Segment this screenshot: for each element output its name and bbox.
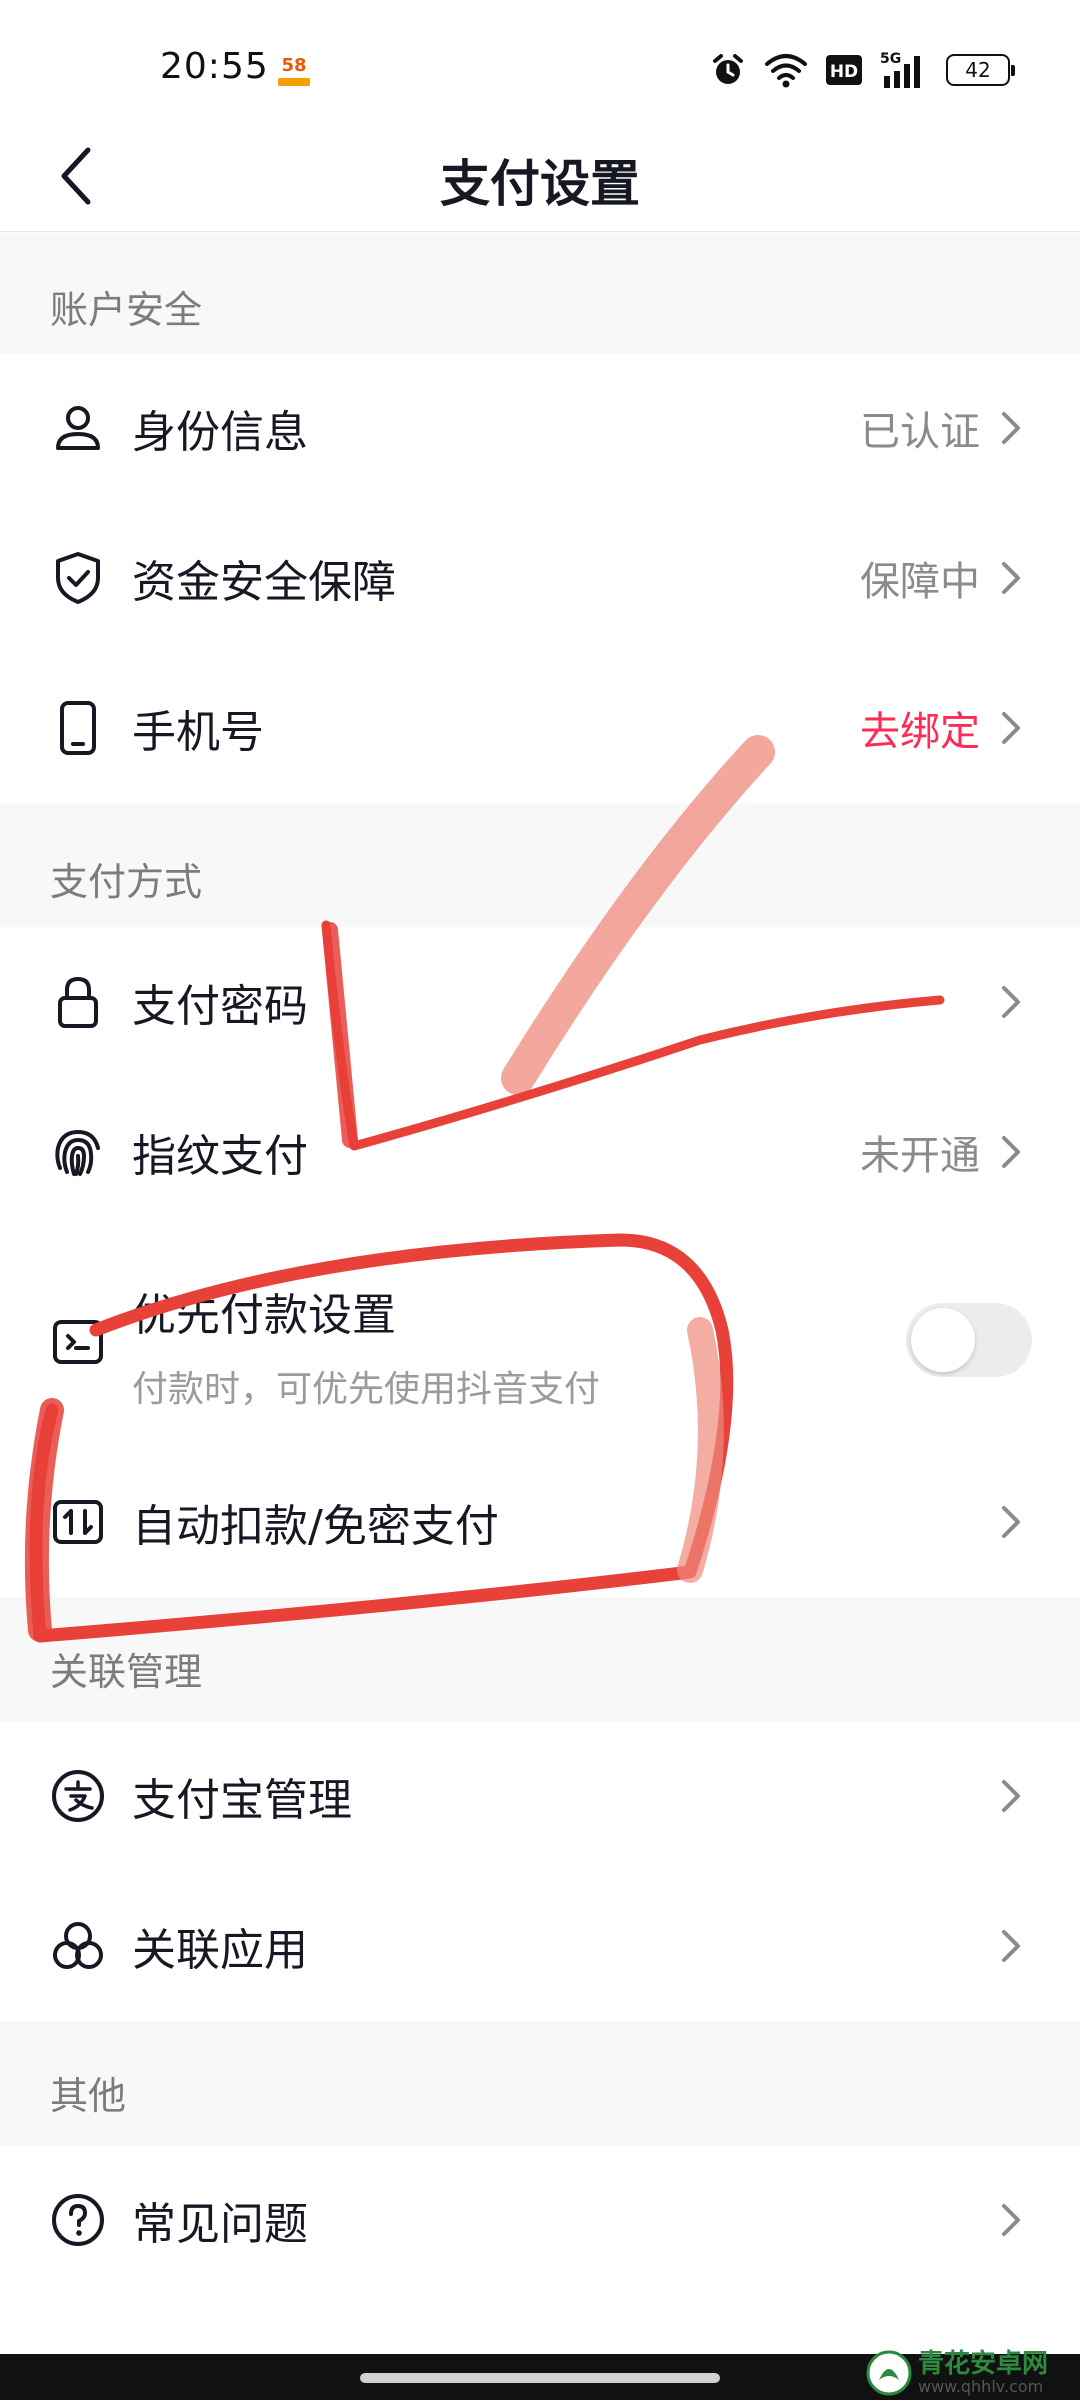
row-fund-security[interactable]: 资金安全保障 保障中 (0, 503, 1080, 653)
payment-settings-screen: 20:55 58 HD 5G 42 支付设置 账户安全 身份信息 已认证 资金安… (0, 0, 1080, 2400)
watermark: 青花安卓网 www.qhhlv.com (866, 2346, 1066, 2400)
phone-icon (50, 700, 106, 756)
row-label: 支付密码 (132, 981, 308, 1032)
section-title: 关联管理 (50, 1650, 203, 1694)
network-type: 5G (880, 51, 901, 67)
row-label: 优先付款设置 (132, 1290, 396, 1341)
chevron-right-icon (1002, 712, 1020, 744)
user-icon (50, 400, 106, 456)
section-header-payment-methods: 支付方式 (0, 803, 1080, 927)
status-time: 20:55 (160, 46, 269, 87)
row-fingerprint-pay[interactable]: 指纹支付 未开通 (0, 1077, 1080, 1227)
watermark-text: 青花安卓网 (918, 2348, 1049, 2379)
notification-app-icon: 58 (272, 56, 316, 90)
chevron-right-icon (1002, 1136, 1020, 1168)
row-payment-password[interactable]: 支付密码 (0, 927, 1080, 1077)
chevron-right-icon (1002, 1506, 1020, 1538)
auto-debit-icon (50, 1494, 106, 1550)
row-alipay-management[interactable]: 支付宝管理 (0, 1721, 1080, 1871)
row-label: 手机号 (132, 707, 264, 758)
status-bar: 20:55 58 HD 5G 42 (0, 0, 1080, 120)
battery-indicator: 42 (946, 54, 1015, 86)
row-label: 身份信息 (132, 407, 308, 458)
row-priority-payment: 优先付款设置 付款时，可优先使用抖音支付 (0, 1227, 1080, 1447)
signal-icon: 5G (880, 51, 920, 88)
shield-check-icon (50, 550, 106, 606)
fingerprint-icon (50, 1124, 106, 1180)
section-title: 账户安全 (50, 288, 203, 332)
wifi-icon (765, 54, 807, 88)
alipay-icon (50, 1768, 106, 1824)
status-icons: HD 5G 42 (710, 50, 1015, 90)
chevron-right-icon (1002, 412, 1020, 444)
identity-status: 已认证 (860, 409, 980, 455)
row-linked-apps[interactable]: 关联应用 (0, 1871, 1080, 2021)
linked-apps-icon (50, 1918, 106, 1974)
payment-card-icon (50, 1314, 106, 1370)
notification-app-icon-text: 58 (281, 55, 307, 76)
alarm-icon (713, 54, 743, 84)
row-faq[interactable]: 常见问题 (0, 2145, 1080, 2295)
nav-header: 支付设置 (0, 120, 1080, 232)
row-label: 指纹支付 (132, 1131, 308, 1182)
row-auto-debit[interactable]: 自动扣款/免密支付 (0, 1447, 1080, 1597)
chevron-right-icon (1002, 1930, 1020, 1962)
hd-label: HD (830, 62, 858, 82)
fund-security-status: 保障中 (860, 559, 980, 605)
chevron-right-icon (1002, 986, 1020, 1018)
section-title: 其他 (50, 2074, 127, 2118)
chevron-right-icon (1002, 2204, 1020, 2236)
section-header-other: 其他 (0, 2021, 1080, 2145)
priority-payment-toggle[interactable] (906, 1303, 1032, 1377)
chevron-right-icon (1002, 562, 1020, 594)
fingerprint-status: 未开通 (860, 1133, 980, 1179)
row-label: 自动扣款/免密支付 (132, 1501, 499, 1552)
row-phone-number[interactable]: 手机号 去绑定 (0, 653, 1080, 803)
section-header-account-security: 账户安全 (0, 233, 1080, 353)
row-label: 关联应用 (132, 1925, 308, 1976)
section-title: 支付方式 (50, 860, 203, 904)
chevron-right-icon (1002, 1780, 1020, 1812)
help-icon (50, 2192, 106, 2248)
row-subtitle: 付款时，可优先使用抖音支付 (132, 1369, 601, 1410)
row-identity-info[interactable]: 身份信息 已认证 (0, 353, 1080, 503)
toggle-knob (911, 1308, 975, 1372)
hd-icon: HD (826, 55, 862, 85)
home-indicator[interactable] (360, 2373, 720, 2383)
watermark-url: www.qhhlv.com (918, 2376, 1044, 2396)
section-header-linked-management: 关联管理 (0, 1597, 1080, 1721)
watermark-logo-icon (866, 2350, 912, 2396)
row-label: 支付宝管理 (132, 1775, 352, 1826)
page-title: 支付设置 (440, 155, 640, 213)
lock-icon (50, 974, 106, 1030)
row-label: 常见问题 (132, 2199, 308, 2250)
phone-bind-link[interactable]: 去绑定 (860, 699, 980, 757)
row-label: 资金安全保障 (132, 557, 396, 608)
